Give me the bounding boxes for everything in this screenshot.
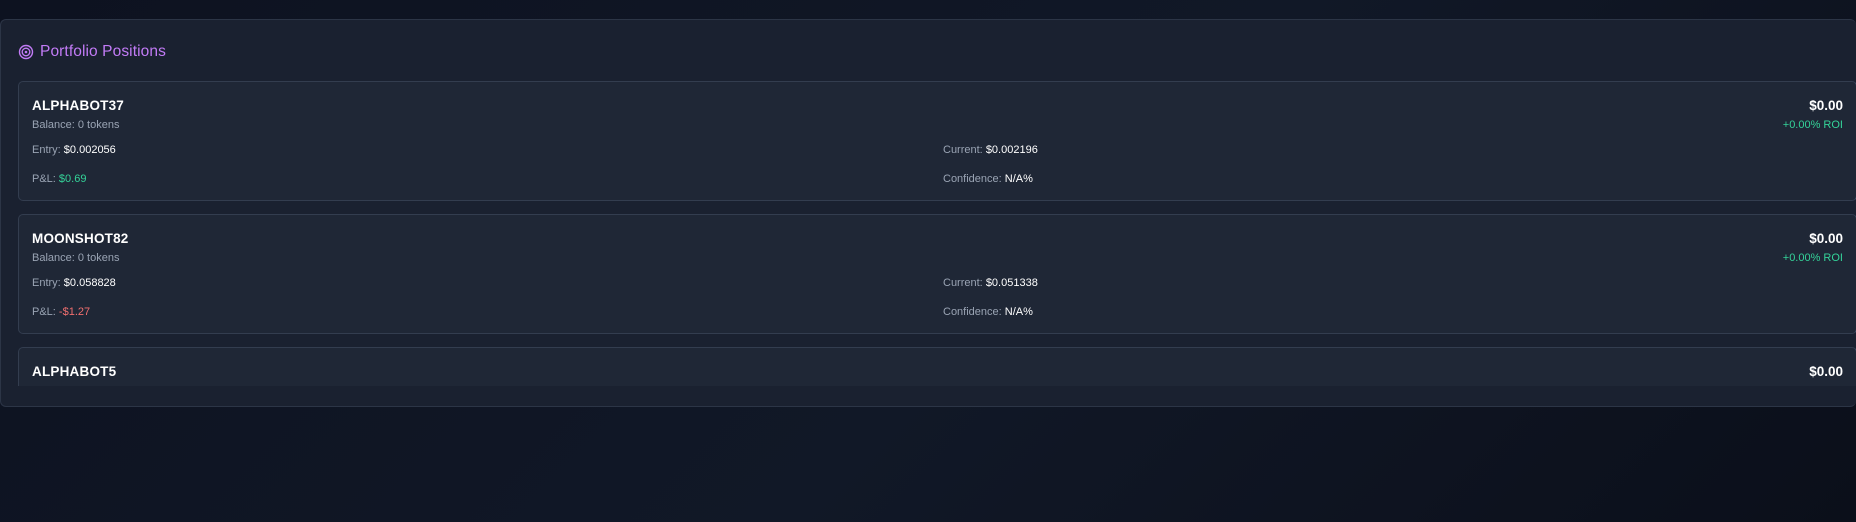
current-metric: Current: $0.051338 <box>943 277 1038 289</box>
current-metric-label: Current: <box>943 144 983 156</box>
pnl-metric: P&L: $0.69 <box>32 173 86 185</box>
entry-metric-label: Entry: <box>32 277 61 289</box>
confidence-metric-value: N/A% <box>1004 173 1033 185</box>
balance-label: Balance: <box>32 119 75 131</box>
current-metric: Current: $0.002196 <box>943 144 1038 156</box>
balance-value: 0 tokens <box>77 119 120 131</box>
balance-label: Balance: <box>32 252 75 264</box>
balance-value: 0 tokens <box>78 385 120 386</box>
position-card[interactable]: ALPHABOT5 Balance: 0 tokens $0.00 +0.00% RO… <box>18 347 1856 386</box>
balance-label: Balance: <box>32 385 75 386</box>
current-metric-value: $0.002196 <box>985 144 1038 156</box>
position-roi: +0.00% ROI <box>1782 119 1843 131</box>
entry-metric-value: $0.058828 <box>63 277 116 289</box>
confidence-metric-label: Confidence: <box>943 173 1002 185</box>
entry-metric-value: $0.002056 <box>63 144 116 156</box>
pnl-metric-label: P&L: <box>32 173 56 185</box>
confidence-metric: Confidence: N/A% <box>943 173 1033 185</box>
panel-header: Portfolio Positions <box>18 40 166 64</box>
positions-list[interactable]: ALPHABOT37 Balance: 0 tokens $0.00 +0.00% R… <box>18 81 1856 386</box>
pnl-metric-value: $0.69 <box>58 173 87 185</box>
position-card[interactable]: MOONSHOT82 Balance: 0 tokens $0.00 +0.00% R… <box>18 214 1856 334</box>
confidence-metric-label: Confidence: <box>943 306 1002 318</box>
position-roi: +0.00% ROI <box>1783 385 1843 386</box>
confidence-metric: Confidence: N/A% <box>943 306 1033 318</box>
current-metric-label: Current: <box>943 277 983 289</box>
position-balance: Balance: 0 tokens <box>32 119 119 131</box>
target-icon <box>18 44 34 60</box>
entry-metric: Entry: $0.002056 <box>32 144 116 156</box>
position-value: $0.00 <box>1809 98 1843 113</box>
position-balance: Balance: 0 tokens <box>32 252 119 264</box>
entry-metric: Entry: $0.058828 <box>32 277 116 289</box>
position-balance: Balance: 0 tokens <box>32 385 119 386</box>
pnl-metric: P&L: -$1.27 <box>32 306 90 318</box>
position-name: ALPHABOT5 <box>32 364 117 379</box>
current-metric-value: $0.051338 <box>985 277 1038 289</box>
position-name: ALPHABOT37 <box>32 98 125 113</box>
confidence-metric-value: N/A% <box>1004 306 1033 318</box>
portfolio-positions-panel: Portfolio Positions ALPHABOT37 Balance: 0… <box>0 19 1856 407</box>
position-name: MOONSHOT82 <box>32 231 129 246</box>
pnl-metric-value: -$1.27 <box>58 306 91 318</box>
pnl-metric-label: P&L: <box>32 306 56 318</box>
panel-title: Portfolio Positions <box>40 43 166 60</box>
balance-value: 0 tokens <box>77 252 120 264</box>
position-value: $0.00 <box>1809 231 1843 246</box>
position-card[interactable]: ALPHABOT37 Balance: 0 tokens $0.00 +0.00% R… <box>18 81 1856 201</box>
position-value: $0.00 <box>1809 364 1843 379</box>
position-roi: +0.00% ROI <box>1782 252 1843 264</box>
entry-metric-label: Entry: <box>32 144 61 156</box>
